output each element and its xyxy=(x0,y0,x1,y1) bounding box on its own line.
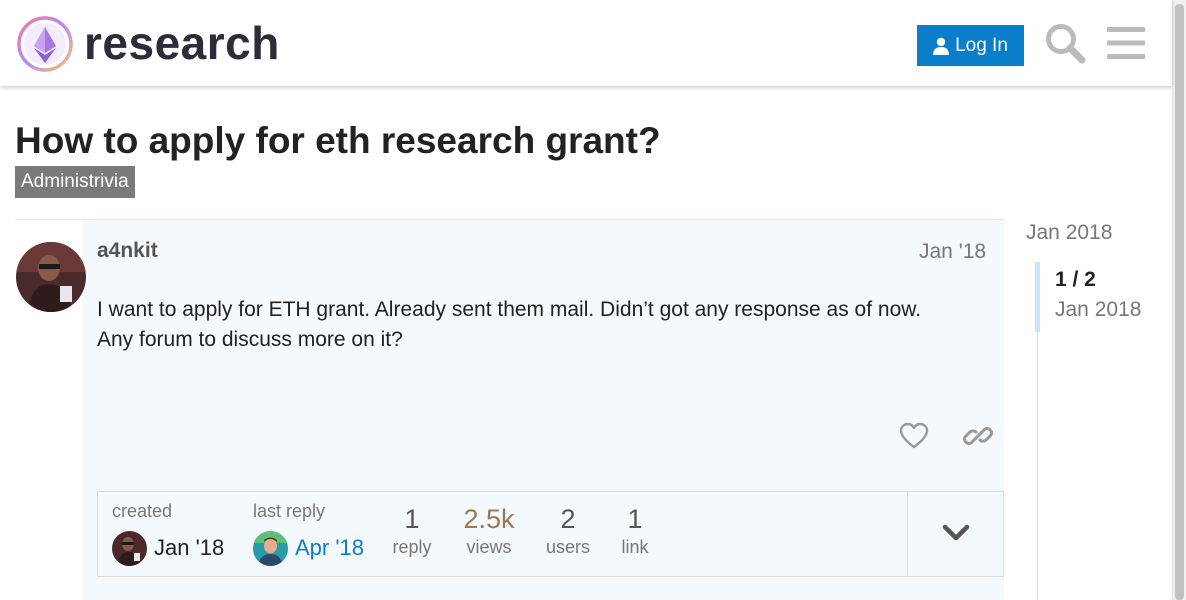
scrollbar-thumb[interactable] xyxy=(1175,4,1184,600)
last-reply-label: last reply xyxy=(253,501,326,521)
topic-title[interactable]: How to apply for eth research grant? xyxy=(15,120,661,162)
stat-users: 2 users xyxy=(538,503,598,559)
timeline-current-date: Jan 2018 xyxy=(1055,298,1142,321)
link-icon[interactable] xyxy=(962,420,994,452)
links-count: 1 xyxy=(627,504,643,534)
last-reply-date[interactable]: Apr '18 xyxy=(295,535,364,561)
search-icon[interactable] xyxy=(1044,22,1086,64)
post-text-line: I want to apply for ETH grant. Already s… xyxy=(97,298,922,321)
login-label: Log In xyxy=(955,34,1008,56)
last-replier-avatar[interactable] xyxy=(253,531,288,566)
users-count: 2 xyxy=(560,504,576,534)
stat-views: 2.5k views xyxy=(454,503,524,559)
post-author-username[interactable]: a4nkit xyxy=(97,239,158,263)
created-label: created xyxy=(112,501,173,521)
hamburger-menu-icon[interactable] xyxy=(1107,26,1145,60)
stat-links: 1 link xyxy=(605,503,665,559)
post-text-line: Any forum to discuss more on it? xyxy=(97,328,403,351)
site-logo-icon[interactable] xyxy=(16,15,74,73)
post-body: I want to apply for ETH grant. Already s… xyxy=(97,295,997,355)
stat-replies: 1 reply xyxy=(382,503,442,559)
topic-map-divider xyxy=(907,492,908,576)
replies-label: reply xyxy=(392,537,432,557)
login-button[interactable]: Log In xyxy=(917,25,1024,66)
timeline-position: 1 / 2 xyxy=(1055,268,1096,291)
user-avatar[interactable] xyxy=(16,242,86,312)
users-label: users xyxy=(545,537,590,557)
replies-count: 1 xyxy=(404,504,420,534)
timeline-handle[interactable] xyxy=(1035,262,1040,332)
creator-avatar[interactable] xyxy=(112,531,147,566)
post-date[interactable]: Jan '18 xyxy=(919,240,986,264)
site-name[interactable]: research xyxy=(84,15,280,71)
timeline-start-date[interactable]: Jan 2018 xyxy=(1026,221,1112,245)
category-badge[interactable]: Administrivia xyxy=(15,166,135,198)
chevron-down-icon[interactable] xyxy=(938,515,974,551)
created-date[interactable]: Jan '18 xyxy=(154,535,224,561)
site-header: research Log In xyxy=(0,0,1172,86)
heart-icon[interactable] xyxy=(898,420,930,452)
views-label: views xyxy=(466,537,512,557)
user-icon xyxy=(933,37,950,55)
links-label: link xyxy=(621,537,649,557)
views-count: 2.5k xyxy=(463,504,515,534)
